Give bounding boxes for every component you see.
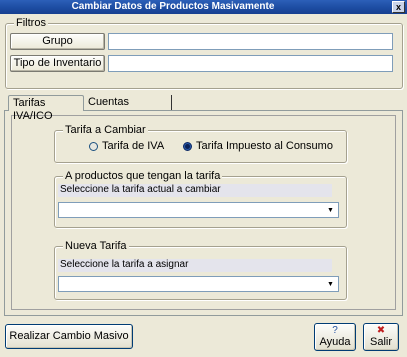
grupo-field[interactable] [108, 33, 393, 50]
tipo-inventario-button-label: Tipo de Inventario [13, 57, 102, 69]
tarifa-iva-label[interactable]: Tarifa de IVA [102, 140, 164, 153]
productos-tarifa-legend: A productos que tengan la tarifa [63, 170, 223, 183]
productos-tarifa-label: Seleccione la tarifa actual a cambiar [58, 184, 332, 197]
salir-button[interactable]: ✖ Salir [363, 323, 399, 351]
nueva-tarifa-legend: Nueva Tarifa [63, 240, 129, 253]
tarifa-iva-radio[interactable] [89, 142, 98, 151]
grupo-button[interactable]: Grupo [10, 33, 105, 50]
close-button[interactable]: x [392, 1, 405, 13]
grupo-button-label: Grupo [42, 35, 73, 47]
filtros-legend: Filtros [14, 17, 48, 30]
exit-icon: ✖ [376, 325, 386, 336]
tarifa-consumo-label[interactable]: Tarifa Impuesto al Consumo [196, 140, 333, 153]
salir-label: Salir [369, 336, 392, 348]
chevron-down-icon[interactable]: ▼ [324, 278, 337, 290]
ayuda-label: Ayuda [319, 336, 351, 348]
tipo-inventario-field[interactable] [108, 55, 393, 72]
tab-panel: Tarifa a Cambiar Tarifa de IVA Tarifa Im… [4, 110, 403, 316]
tarifa-cambiar-legend: Tarifa a Cambiar [63, 124, 148, 137]
title-bar[interactable]: Cambiar Datos de Productos Masivamente x [0, 0, 407, 14]
nueva-tarifa-label: Seleccione la tarifa a asignar [58, 259, 332, 272]
tarifa-actual-select[interactable]: ▼ [58, 202, 339, 218]
tab-cuentas-contables[interactable]: Cuentas Contables [84, 95, 172, 121]
tarifa-consumo-radio[interactable] [183, 142, 192, 151]
nueva-tarifa-select[interactable]: ▼ [58, 276, 339, 292]
window-title: Cambiar Datos de Productos Masivamente [71, 1, 275, 12]
tipo-inventario-button[interactable]: Tipo de Inventario [10, 55, 105, 72]
tab-tarifas-label: Tarifas IVA/ICO [13, 97, 53, 122]
main-window: Cambiar Datos de Productos Masivamente x… [0, 0, 407, 357]
close-icon: x [395, 2, 401, 12]
ayuda-button[interactable]: ? Ayuda [314, 323, 356, 351]
tab-tarifas-iva-ico[interactable]: Tarifas IVA/ICO [8, 95, 84, 122]
realizar-cambio-button[interactable]: Realizar Cambio Masivo [5, 324, 133, 349]
realizar-cambio-label: Realizar Cambio Masivo [9, 330, 129, 342]
help-icon: ? [332, 325, 338, 336]
chevron-down-icon[interactable]: ▼ [324, 204, 337, 216]
tab-panel-inner: Tarifa a Cambiar Tarifa de IVA Tarifa Im… [11, 115, 396, 310]
